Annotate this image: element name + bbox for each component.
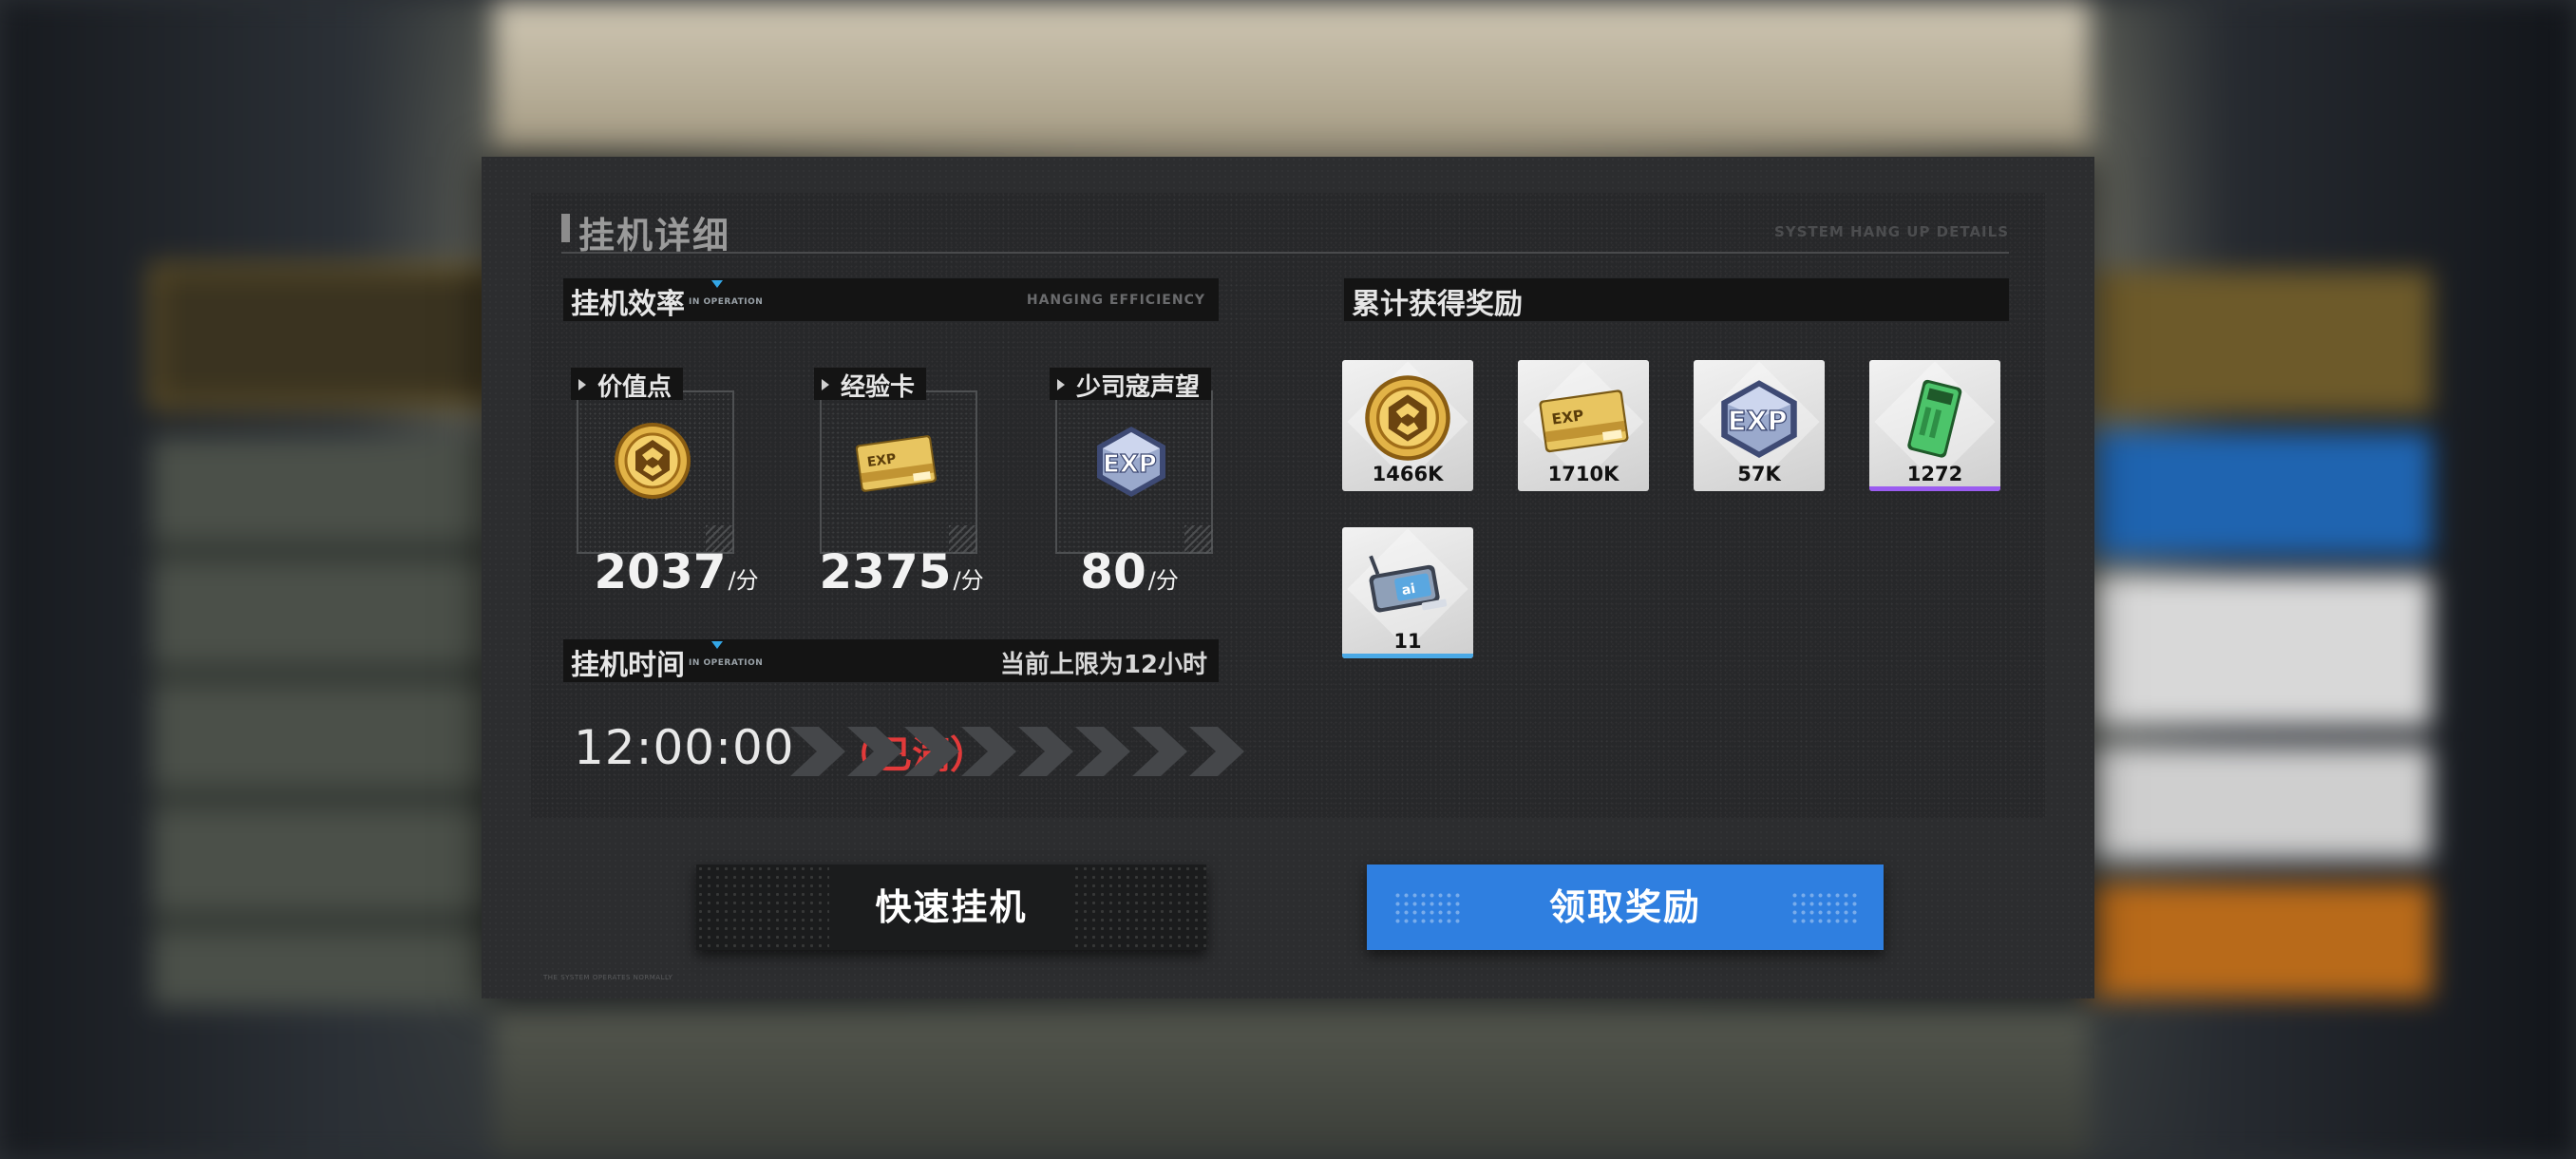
chevron-right-icon xyxy=(790,727,847,776)
reward-item-chip-card[interactable]: 1272 xyxy=(1869,360,2000,491)
efficiency-card-reputation: 少司寇声望 EXP xyxy=(1050,368,1213,554)
status-triangle-icon xyxy=(711,280,723,288)
efficiency-label-en: HANGING EFFICIENCY xyxy=(1026,293,1205,308)
reward-quantity: 11 xyxy=(1393,630,1422,653)
rate-exp-card: 2375/分 xyxy=(819,544,984,599)
chevron-right-icon xyxy=(1075,727,1132,776)
quick-hangup-button[interactable]: 快速挂机 xyxy=(696,864,1206,950)
reward-quantity: 1710K xyxy=(1547,463,1619,485)
chevron-right-icon xyxy=(961,727,1018,776)
efficiency-label: 挂机效率 xyxy=(571,288,685,321)
status-triangle-icon xyxy=(711,641,723,649)
panel-title-en: SYSTEM HANG UP DETAILS xyxy=(1773,223,2009,240)
rewards-section-header: 累计获得奖励 xyxy=(1344,278,2009,321)
reward-quantity: 1272 xyxy=(1906,463,1963,485)
hang-time-value: 12:00:00 xyxy=(574,720,795,775)
claim-rewards-button[interactable]: 领取奖励 xyxy=(1367,864,1884,950)
card-title: 少司寇声望 xyxy=(1050,368,1212,402)
card-title: 经验卡 xyxy=(814,368,927,402)
ai-device-icon: ai xyxy=(1357,541,1458,634)
chevron-right-icon xyxy=(1018,727,1075,776)
efficiency-card-exp-card: 经验卡 EXP xyxy=(814,368,977,554)
panel-footer-text: THE SYSTEM OPERATES NORMALLY xyxy=(543,974,673,981)
rarity-bar xyxy=(1342,654,1473,658)
efficiency-section-header: 挂机效率 IN OPERATION HANGING EFFICIENCY xyxy=(563,278,1219,321)
reward-item-gold-coin[interactable]: 1466K xyxy=(1342,360,1473,491)
chevron-right-icon xyxy=(847,727,904,776)
rarity-bar xyxy=(1869,486,2000,491)
svg-text:EXP: EXP xyxy=(1728,405,1788,437)
card-title: 价值点 xyxy=(571,368,684,402)
gold-coin-icon xyxy=(1363,373,1452,466)
reward-item-exp-card[interactable]: EXP 1710K xyxy=(1518,360,1649,491)
efficiency-card-value-points: 价值点 xyxy=(571,368,734,554)
svg-text:EXP: EXP xyxy=(1103,450,1157,479)
hangup-details-panel: 挂机详细 SYSTEM HANG UP DETAILS 挂机效率 IN OPER… xyxy=(482,157,2094,998)
chevron-right-icon xyxy=(1189,727,1246,776)
reward-quantity: 57K xyxy=(1737,463,1781,485)
rate-value-points: 2037/分 xyxy=(594,544,759,599)
green-chip-card-icon xyxy=(1898,373,1974,466)
exp-card-icon: EXP xyxy=(850,421,941,504)
reward-item-ai-device[interactable]: ai 11 xyxy=(1342,527,1473,658)
svg-text:ai: ai xyxy=(1401,581,1417,598)
chevron-right-icon xyxy=(904,727,961,776)
panel-header: 挂机详细 SYSTEM HANG UP DETAILS xyxy=(561,204,2009,256)
rewards-label: 累计获得奖励 xyxy=(1352,288,1523,321)
hang-time-limit: 当前上限为12小时 xyxy=(999,651,1207,679)
rate-reputation: 80/分 xyxy=(1080,544,1179,599)
exp-card-icon: EXP xyxy=(1533,373,1634,466)
panel-title: 挂机详细 xyxy=(578,215,731,256)
chevron-right-icon xyxy=(1132,727,1189,776)
gold-coin-icon xyxy=(613,421,692,504)
exp-crystal-icon: EXP xyxy=(1086,421,1177,504)
reward-item-exp-crystal[interactable]: EXP 57K xyxy=(1694,360,1825,491)
exp-crystal-icon: EXP xyxy=(1709,373,1809,466)
hang-time-label: 挂机时间 xyxy=(571,649,685,682)
hang-time-section-header: 挂机时间 IN OPERATION 当前上限为12小时 xyxy=(563,639,1219,682)
title-accent-bar xyxy=(561,214,570,242)
reward-quantity: 1466K xyxy=(1372,463,1444,485)
